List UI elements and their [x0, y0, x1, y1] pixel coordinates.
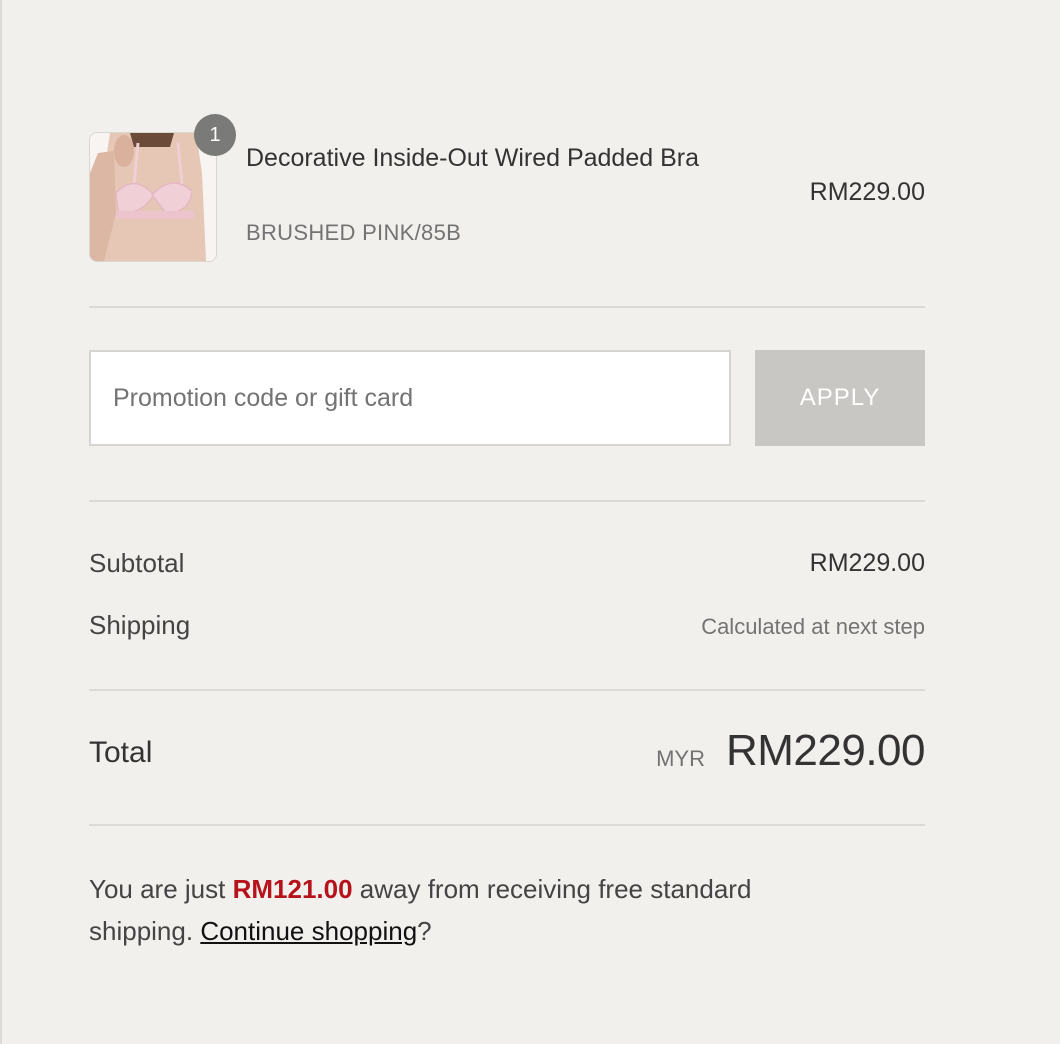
subtotal-label: Subtotal — [89, 548, 185, 578]
product-name: Decorative Inside-Out Wired Padded Bra — [246, 144, 699, 172]
product-image-bra — [90, 133, 216, 261]
divider — [89, 306, 925, 308]
divider — [89, 689, 925, 691]
free-shipping-message: You are just RM121.00 away from receivin… — [89, 868, 849, 952]
free-shipping-suffix: ? — [417, 916, 432, 946]
divider — [89, 824, 925, 826]
free-shipping-prefix: You are just — [89, 874, 233, 904]
divider — [89, 500, 925, 502]
quantity-badge: 1 — [194, 114, 236, 156]
product-thumbnail-wrapper: 1 — [89, 114, 236, 262]
product-variant: BRUSHED PINK/85B — [246, 220, 462, 245]
shipping-label: Shipping — [89, 610, 191, 640]
total-label: Total — [89, 736, 153, 769]
promo-code-input[interactable] — [89, 350, 731, 446]
subtotal-value: RM229.00 — [809, 549, 925, 577]
shipping-value: Calculated at next step — [701, 614, 925, 639]
panel-left-border — [0, 0, 2, 1044]
total-currency: MYR — [656, 746, 705, 771]
free-shipping-amount: RM121.00 — [232, 874, 353, 904]
continue-shopping-link[interactable]: Continue shopping — [200, 916, 417, 946]
product-thumbnail — [89, 132, 217, 262]
cart-line-item: 1 Decorative Inside-Out Wired Padded Bra… — [89, 114, 925, 264]
product-price: RM229.00 — [809, 178, 925, 206]
total-amount: RM229.00 — [725, 726, 926, 775]
apply-button[interactable]: APPLY — [755, 350, 925, 446]
